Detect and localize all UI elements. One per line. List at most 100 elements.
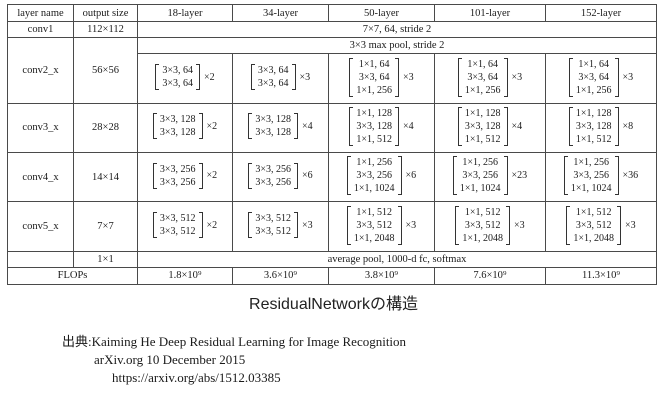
block-line: 1×1, 512: [356, 206, 392, 218]
block-line: 3×3, 512: [159, 213, 196, 225]
right-bracket: [506, 205, 510, 245]
conv5-row: conv5_x 7×7 3×3, 512 3×3, 512 ×2 3×3, 512 3…: [7, 201, 657, 252]
conv3-34-block: 3×3, 128 3×3, 128 ×4: [232, 102, 329, 154]
block-line: 1×1, 256: [356, 157, 392, 169]
block-line: 3×3, 64: [257, 65, 289, 76]
bracket-block: 1×1, 256 3×3, 256 1×1, 1024 ×36: [563, 156, 639, 196]
conv4-50-block: 1×1, 256 3×3, 256 1×1, 1024 ×6: [328, 152, 435, 203]
source-line-title: 出典:Kaiming He Deep Residual Learning for…: [62, 334, 407, 349]
resnet-architecture-table: layer name output size 18-layer 34-layer…: [7, 3, 657, 286]
bracket-block: 3×3, 512 3×3, 512 ×2: [152, 212, 218, 239]
block-multiplier: ×3: [299, 71, 311, 83]
block-lines: 3×3, 64 3×3, 64: [162, 64, 193, 90]
conv2-34-block: 3×3, 64 3×3, 64 ×3: [232, 53, 329, 104]
right-bracket: [614, 156, 619, 196]
block-multiplier: ×3: [405, 219, 417, 231]
bracket-block: 1×1, 512 3×3, 512 1×1, 2048 ×3: [566, 205, 636, 245]
block-line: 1×1, 512: [464, 206, 501, 218]
block-line: 1×1, 512: [356, 133, 392, 145]
bracket-block: 3×3, 64 3×3, 64 ×2: [155, 64, 215, 90]
conv2-152-block: 1×1, 64 3×3, 64 1×1, 256 ×3: [545, 53, 657, 104]
left-bracket: [152, 113, 157, 140]
left-bracket: [349, 106, 354, 146]
block-lines: 3×3, 256 3×3, 256: [160, 163, 196, 189]
header-50-layer: 50-layer: [328, 3, 435, 23]
block-multiplier: ×23: [511, 170, 528, 182]
block-multiplier: ×4: [302, 120, 313, 132]
conv1-size: 112×112: [73, 21, 138, 39]
block-line: 3×3, 64: [467, 71, 498, 83]
header-output-size: output size: [73, 3, 138, 23]
right-bracket: [397, 156, 402, 196]
block-line: 1×1, 256: [573, 157, 609, 169]
right-bracket: [294, 113, 298, 140]
block-line: 3×3, 512: [255, 213, 291, 225]
block-line: 3×3, 512: [356, 219, 392, 231]
figure-caption: ResidualNetworkの構造: [249, 296, 418, 313]
block-lines: 1×1, 256 3×3, 256 1×1, 1024: [354, 156, 395, 195]
block-multiplier: ×4: [403, 120, 414, 132]
block-lines: 1×1, 256 3×3, 256 1×1, 1024: [571, 156, 612, 195]
flops-row: FLOPs 1.8×10⁹ 3.6×10⁹ 3.8×10⁹ 7.6×10⁹ 11…: [7, 266, 657, 286]
bracket-block: 1×1, 256 3×3, 256 1×1, 1024 ×23: [452, 156, 528, 196]
conv4-101-block: 1×1, 256 3×3, 256 1×1, 1024 ×23: [434, 152, 546, 203]
left-bracket: [568, 57, 573, 97]
header-152-layer: 152-layer: [545, 3, 657, 23]
avgpool-desc: average pool, 1000-d fc, softmax: [137, 250, 657, 268]
bracket-block: 3×3, 512 3×3, 512 ×3: [248, 212, 313, 239]
right-bracket: [395, 106, 399, 146]
flops-34: 3.6×10⁹: [232, 266, 329, 286]
conv3-size: 28×28: [73, 102, 138, 154]
block-line: 1×1, 512: [575, 133, 612, 145]
block-line: 3×3, 512: [159, 226, 196, 238]
maxpool-row: conv2_x 56×56 3×3 max pool, stride 2: [7, 37, 657, 104]
block-line: 1×1, 256: [464, 84, 501, 96]
block-multiplier: ×2: [206, 219, 218, 231]
conv5-18-block: 3×3, 512 3×3, 512 ×2: [137, 201, 233, 252]
bracket-block: 3×3, 256 3×3, 256 ×2: [152, 162, 218, 189]
left-bracket: [248, 212, 253, 239]
block-line: 1×1, 64: [358, 58, 390, 70]
block-line: 1×1, 64: [467, 58, 498, 70]
block-line: 3×3, 128: [255, 114, 291, 126]
header-18-layer: 18-layer: [137, 3, 233, 23]
block-line: 3×3, 256: [255, 176, 291, 188]
block-line: 3×3, 256: [462, 170, 498, 182]
conv5-152-block: 1×1, 512 3×3, 512 1×1, 2048 ×3: [545, 201, 657, 252]
avgpool-name: [7, 250, 74, 268]
avgpool-size: 1×1: [73, 250, 138, 268]
bracket-block: 3×3, 64 3×3, 64 ×3: [250, 64, 311, 90]
block-line: 1×1, 128: [464, 107, 501, 119]
block-lines: 1×1, 128 3×3, 128 1×1, 512: [465, 107, 501, 146]
block-lines: 1×1, 512 3×3, 512 1×1, 2048: [462, 206, 503, 245]
header-layer-name: layer name: [7, 3, 74, 23]
left-bracket: [455, 205, 460, 245]
block-lines: 1×1, 64 3×3, 64 1×1, 256: [576, 58, 612, 97]
left-bracket: [457, 106, 462, 146]
block-line: 1×1, 256: [356, 84, 392, 96]
right-bracket: [294, 162, 298, 189]
left-bracket: [563, 156, 568, 196]
conv3-101-block: 1×1, 128 3×3, 128 1×1, 512 ×4: [434, 102, 546, 154]
left-bracket: [248, 113, 253, 140]
block-line: 3×3, 256: [159, 163, 196, 175]
header-34-layer: 34-layer: [232, 3, 329, 23]
block-lines: 3×3, 128 3×3, 128: [255, 113, 291, 139]
block-line: 3×3, 64: [358, 71, 390, 83]
block-line: 3×3, 64: [162, 65, 193, 76]
bracket-block: 1×1, 64 3×3, 64 1×1, 256 ×3: [349, 57, 414, 97]
block-multiplier: ×2: [206, 120, 218, 132]
block-multiplier: ×3: [511, 71, 523, 83]
conv5-size: 7×7: [73, 201, 138, 252]
block-line: 3×3, 128: [159, 114, 196, 126]
block-line: 3×3, 256: [573, 170, 609, 182]
conv2-101-block: 1×1, 64 3×3, 64 1×1, 256 ×3: [434, 53, 546, 104]
block-multiplier: ×36: [622, 170, 639, 182]
flops-152: 11.3×10⁹: [545, 266, 657, 286]
right-bracket: [503, 106, 508, 146]
right-bracket: [617, 205, 621, 245]
block-line: 3×3, 64: [578, 71, 609, 83]
flops-50: 3.8×10⁹: [328, 266, 435, 286]
block-multiplier: ×2: [206, 170, 218, 182]
right-bracket: [503, 57, 508, 97]
